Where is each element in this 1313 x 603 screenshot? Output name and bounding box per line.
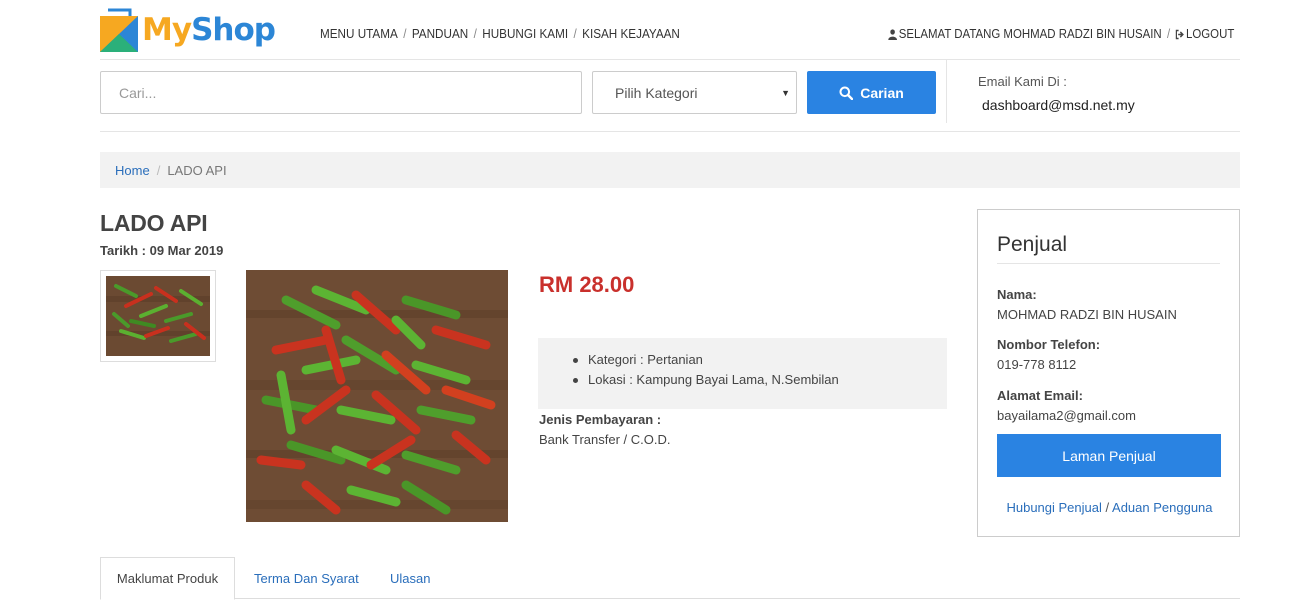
tab-maklumat-produk[interactable]: Maklumat Produk bbox=[100, 557, 235, 600]
user-complaint-link[interactable]: Aduan Pengguna bbox=[1112, 500, 1212, 515]
tab-terma-dan-syarat[interactable]: Terma Dan Syarat bbox=[254, 557, 359, 599]
detail-location: Lokasi : Kampung Bayai Lama, N.Sembilan bbox=[571, 370, 947, 390]
payment-label: Jenis Pembayaran : bbox=[539, 412, 662, 427]
contact-seller-link[interactable]: Hubungi Penjual bbox=[1006, 500, 1101, 515]
seller-email-label: Alamat Email: bbox=[997, 388, 1083, 403]
seller-name: MOHMAD RADZI BIN HUSAIN bbox=[997, 307, 1177, 322]
user-icon bbox=[887, 28, 897, 40]
contact-email-box: Email Kami Di : dashboard@msd.net.my bbox=[946, 60, 1240, 123]
brand-name-part2: Shop bbox=[191, 12, 276, 48]
search-button-label: Carian bbox=[860, 84, 904, 101]
payment-value: Bank Transfer / C.O.D. bbox=[539, 432, 671, 447]
seller-name-label: Nama: bbox=[997, 287, 1037, 302]
contact-email-value: dashboard@msd.net.my bbox=[982, 97, 1135, 113]
nav-menu-utama[interactable]: MENU UTAMA bbox=[320, 26, 398, 41]
contact-email-label: Email Kami Di : bbox=[978, 74, 1067, 89]
product-date: Tarikh : 09 Mar 2019 bbox=[100, 243, 224, 258]
seller-links: Hubungi Penjual / Aduan Pengguna bbox=[978, 500, 1241, 515]
seller-card: Penjual Nama: MOHMAD RADZI BIN HUSAIN No… bbox=[977, 209, 1240, 537]
breadcrumb-current: LADO API bbox=[167, 162, 227, 178]
user-nav: SELAMAT DATANG MOHMAD RADZI BIN HUSAIN /… bbox=[887, 26, 1234, 41]
shopping-bag-icon bbox=[100, 6, 138, 52]
main-nav: MENU UTAMA / PANDUAN / HUBUNGI KAMI / KI… bbox=[320, 26, 680, 41]
link-separator: / bbox=[1105, 500, 1110, 515]
nav-separator: / bbox=[573, 26, 577, 41]
product-thumbnail[interactable] bbox=[100, 270, 216, 362]
search-button[interactable]: Carian bbox=[807, 71, 936, 114]
search-input[interactable] bbox=[100, 71, 582, 114]
tab-ulasan[interactable]: Ulasan bbox=[390, 557, 430, 599]
nav-hubungi-kami[interactable]: HUBUNGI KAMI bbox=[482, 26, 568, 41]
brand-name: MyShop bbox=[142, 12, 276, 48]
seller-phone-label: Nombor Telefon: bbox=[997, 337, 1101, 352]
logout-icon bbox=[1175, 28, 1184, 40]
nav-kisah-kejayaan[interactable]: KISAH KEJAYAAN bbox=[582, 26, 680, 41]
nav-separator: / bbox=[1166, 26, 1170, 41]
brand-name-part1: My bbox=[142, 12, 192, 48]
nav-panduan[interactable]: PANDUAN bbox=[412, 26, 468, 41]
breadcrumb-separator: / bbox=[156, 162, 161, 178]
dropdown-arrow-icon: ▼ bbox=[781, 88, 790, 98]
chili-thumbnail-image bbox=[106, 276, 210, 356]
nav-separator: / bbox=[473, 26, 477, 41]
search-icon bbox=[839, 86, 854, 100]
detail-category: Kategori : Pertanian bbox=[571, 350, 947, 370]
search-bar: Pilih Kategori ▼ Carian Email Kami Di : … bbox=[100, 60, 1240, 132]
product-main-image bbox=[246, 270, 508, 522]
product-title: LADO API bbox=[100, 210, 208, 236]
product-tabs: Maklumat Produk Terma Dan Syarat Ulasan bbox=[100, 557, 1240, 600]
category-select[interactable]: Pilih Kategori ▼ bbox=[592, 71, 797, 114]
product-details: Kategori : Pertanian Lokasi : Kampung Ba… bbox=[538, 338, 947, 409]
breadcrumb: Home / LADO API bbox=[100, 152, 1240, 188]
brand-logo[interactable]: MyShop bbox=[100, 6, 276, 52]
seller-phone: 019-778 8112 bbox=[997, 357, 1077, 372]
logout-link[interactable]: LOGOUT bbox=[1186, 26, 1234, 41]
top-header: MyShop MENU UTAMA / PANDUAN / HUBUNGI KA… bbox=[100, 0, 1240, 60]
nav-separator: / bbox=[403, 26, 407, 41]
seller-email: bayailama2@gmail.com bbox=[997, 408, 1136, 423]
welcome-text[interactable]: SELAMAT DATANG MOHMAD RADZI BIN HUSAIN bbox=[898, 26, 1161, 41]
seller-card-title: Penjual bbox=[997, 233, 1220, 264]
category-select-value: Pilih Kategori bbox=[615, 84, 698, 101]
breadcrumb-home-link[interactable]: Home bbox=[115, 163, 150, 178]
seller-page-button[interactable]: Laman Penjual bbox=[997, 434, 1221, 477]
product-price: RM 28.00 bbox=[539, 272, 635, 297]
